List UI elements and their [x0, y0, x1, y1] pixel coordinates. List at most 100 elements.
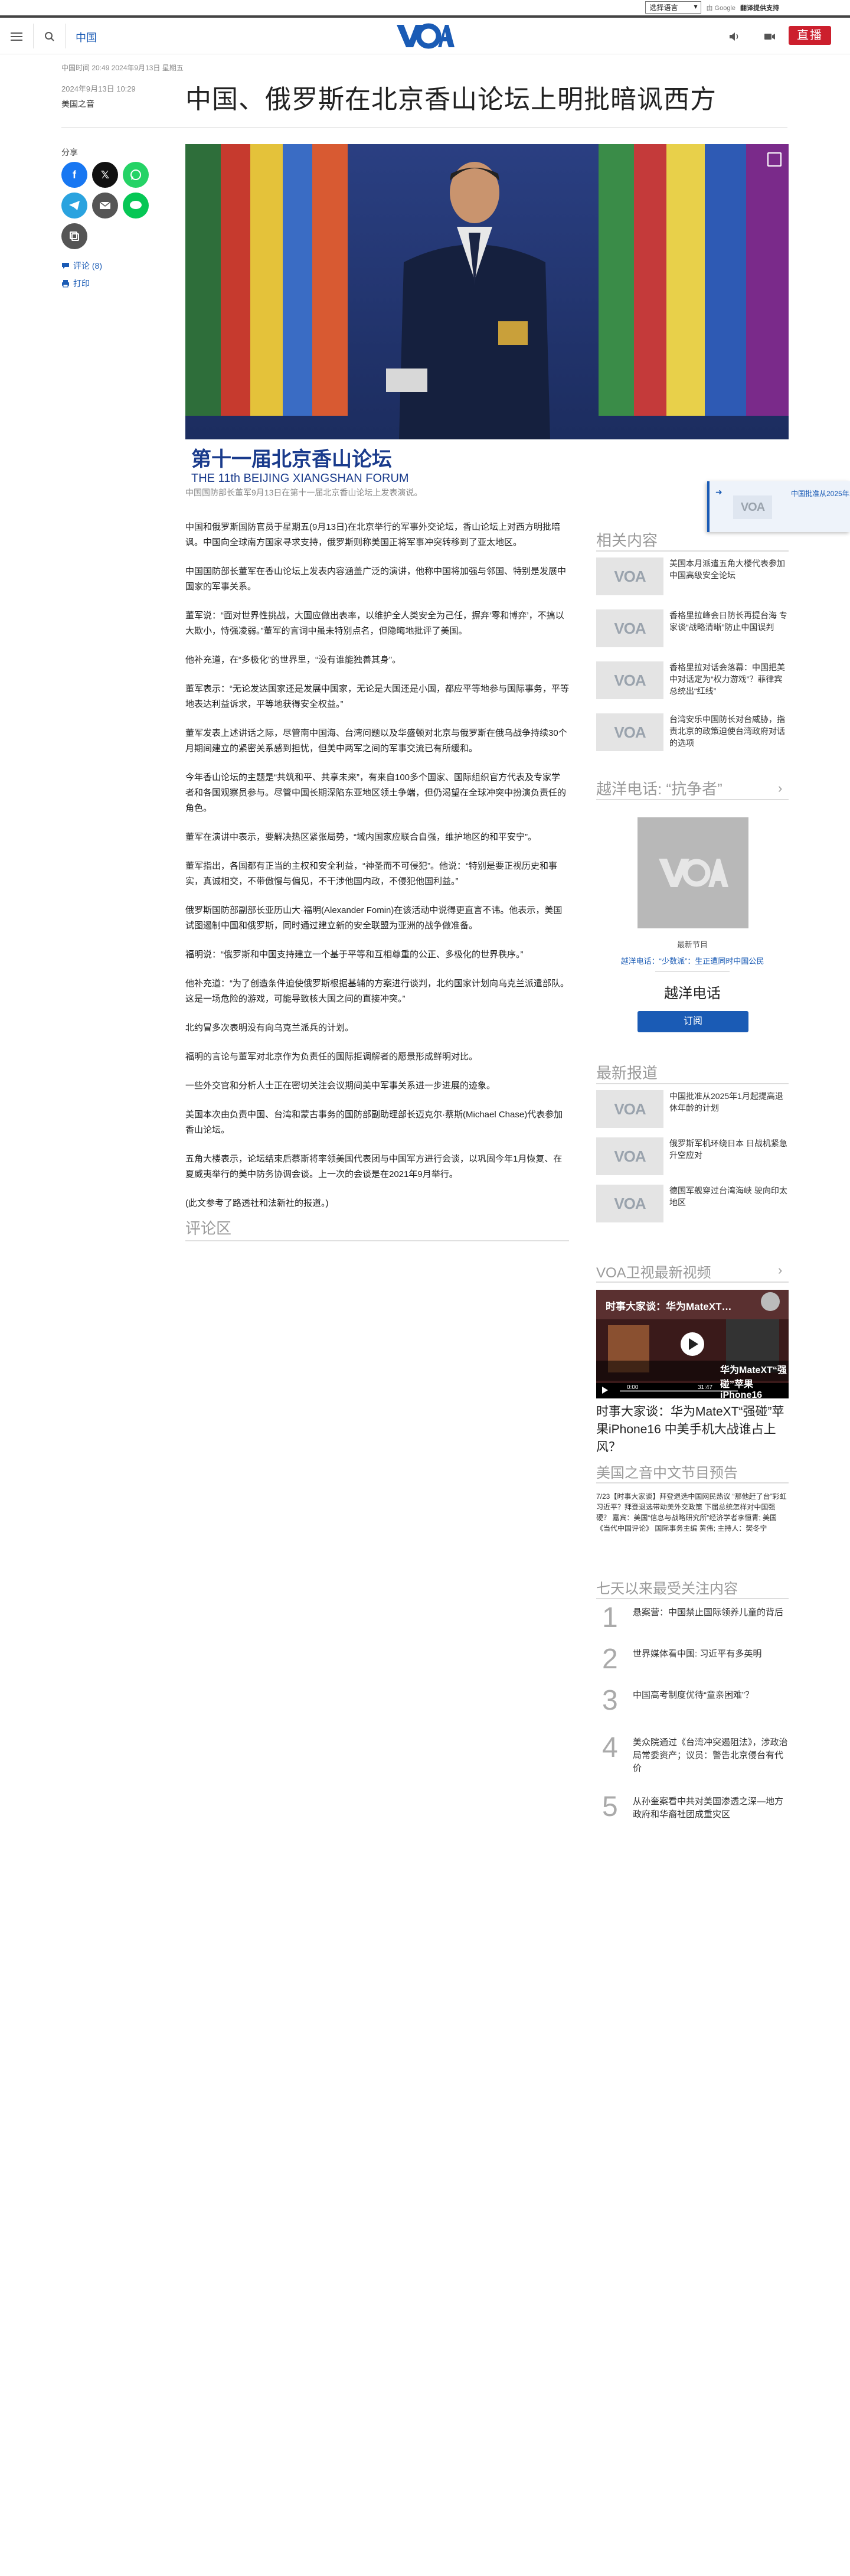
page-title: 中国、俄罗斯在北京香山论坛上明批暗讽西方 [185, 85, 717, 114]
article-paragraph: 今年香山论坛的主题是“共筑和平、共享未来”，有来自100多个国家、国际组织官方代… [185, 772, 567, 813]
latest-item[interactable]: VOA 俄罗斯军机环绕日本 日战机紧急升空应对 [596, 1135, 789, 1182]
latest-divider [596, 1083, 789, 1084]
whatsapp-icon [130, 169, 141, 180]
speaker-icon [730, 32, 738, 41]
related-title: 香格里拉对话会落幕：中国把美中对话定为“权力游戏”？菲律宾总统出“红线” [669, 663, 785, 696]
subscribe-button[interactable]: 订阅 [638, 1011, 748, 1032]
video-player[interactable]: 时事大家谈：华为MateXT… 0:00 31:47 华为MateXT“强碰”苹… [596, 1290, 789, 1398]
voa-logo-icon [659, 859, 728, 887]
video-heading[interactable]: VOA卫视最新视频 [596, 1261, 711, 1282]
voa-logo-icon: VOA [614, 619, 646, 637]
hero-photo: 第十一届北京香山论坛 THE 11th BEIJING XIANGSHAN FO… [185, 144, 789, 483]
top-viewed-item[interactable]: 2 世界媒体看中国: 习近平有多英明 [596, 1643, 789, 1684]
voa-logo-icon [397, 23, 455, 49]
published-date: 2024年9月13日 10:29 [61, 84, 136, 93]
related-item[interactable]: VOA 美国本月派遣五角大楼代表参加中国高级安全论坛 [596, 555, 789, 602]
related-thumbnail: VOA [596, 609, 663, 647]
related-thumbnail: VOA [596, 557, 663, 595]
copy-icon [70, 231, 79, 241]
language-select[interactable]: 选择语言 ▾ [645, 1, 702, 14]
top-viewed-item[interactable]: 5 从孙奎案看中共对美国渗透之深—地方政府和华裔社团成重灾区 [596, 1791, 789, 1832]
printer-icon [62, 280, 69, 288]
search-button[interactable] [41, 28, 58, 45]
translate-credit: 翻译提供支持 [740, 4, 779, 12]
facebook-share-button[interactable]: f [61, 162, 87, 188]
live-button[interactable]: 直播 [789, 26, 831, 45]
latest-item[interactable]: VOA 德国军舰穿过台湾海峡 驶向印太地区 [596, 1182, 789, 1230]
podcast-name: 越洋电话 [664, 986, 721, 1002]
latest-title: 俄罗斯军机环绕日本 日战机紧急升空应对 [669, 1139, 787, 1160]
article-paragraph: 中国国防部长董军在香山论坛上发表内容涵盖广泛的演讲，他称中国将加强与邻国、特别是… [185, 566, 567, 592]
voa-logo-icon: VOA [614, 1194, 646, 1212]
section-link-china[interactable]: 中国 [76, 30, 97, 45]
top-viewed-item[interactable]: 1 悬案营：中国禁止国际领养儿童的背后 [596, 1602, 789, 1643]
rank-number: 1 [602, 1602, 618, 1633]
schedule-heading: 美国之音中文节目预告 [596, 1465, 738, 1481]
podcast-artwork[interactable] [638, 817, 748, 928]
related-item[interactable]: VOA 香格里拉对话会落幕：中国把美中对话定为“权力游戏”？菲律宾总统出“红线” [596, 659, 789, 706]
voa-logo-icon: VOA [614, 723, 646, 741]
top-viewed-title: 美众院通过《台湾冲突遏阻法》，涉政治局常委资产；议员：警告北京侵台有代价 [633, 1737, 788, 1773]
x-share-button[interactable]: 𝕏 [92, 162, 118, 188]
article-paragraph: 五角大楼表示，论坛结束后蔡斯将率领美国代表团与中国军方进行会谈，以巩固今年1月恢… [185, 1154, 563, 1179]
top-viewed-title: 悬案营：中国禁止国际领养儿童的背后 [633, 1607, 784, 1618]
chevron-down-icon: ▾ [694, 2, 698, 11]
image-caption: 中国国防部长董军9月13日在第十一届北京香山论坛上发表演说。 [185, 488, 423, 497]
article-paragraph: 董军表示：“无论发达国家还是发展中国家，无论是大国还是小国，都应平等地参与国际事… [185, 684, 569, 709]
video-duration: 31:47 [698, 1384, 713, 1391]
related-item[interactable]: VOA 台湾安乐中国防长对台威胁，指责北京的政策迫使台湾政府对话的选项 [596, 711, 789, 758]
article-paragraph: 一些外交官和分析人士正在密切关注会议期间美中军事关系进一步进展的迹象。 [185, 1081, 496, 1091]
article-paragraph: 董军指出，各国都有正当的主权和安全利益，“神圣而不可侵犯”。他说：“特别是要正视… [185, 861, 557, 886]
facebook-icon: f [73, 168, 76, 181]
podcast-episode-link[interactable]: 越洋电话：“少数派”：生正遭同时中国公民 [596, 955, 789, 966]
hero-banner-cn: 第十一届北京香山论坛 [191, 448, 392, 471]
copy-link-button[interactable] [61, 223, 87, 249]
hamburger-icon [11, 32, 22, 41]
related-title: 美国本月派遣五角大楼代表参加中国高级安全论坛 [669, 559, 785, 580]
video-title-overlay: 时事大家谈：华为MateXT… [606, 1301, 732, 1312]
chevron-right-icon: › [778, 1263, 783, 1277]
google-translate-widget: 选择语言 ▾ 由 Google 翻译提供支持 [645, 1, 779, 14]
hero-banner-en: THE 11th BEIJING XIANGSHAN FORUM [191, 472, 409, 483]
article-paragraph: 董军说：“面对世界性挑战，大国应做出表率，以维护全人类安全为己任，摒弃‘零和博弈… [185, 611, 564, 636]
audio-button[interactable] [726, 28, 743, 45]
article-body: 中国和俄罗斯国防官员于星期五(9月13日)在北京举行的军事外交论坛，香山论坛上对… [185, 520, 569, 1225]
notification-popup[interactable]: ➜ VOA 中国批准从2025年1月起提高退休年龄的计划 [707, 481, 850, 532]
video-heading-label: VOA卫视最新视频 [596, 1265, 711, 1281]
line-icon [130, 201, 142, 209]
x-icon: 𝕏 [100, 168, 110, 181]
related-item[interactable]: VOA 香格里拉峰会日防长再提台海 专家谈“战略清晰”防止中国误判 [596, 607, 789, 654]
related-thumbnail: VOA [596, 661, 663, 699]
top-viewed-title: 中国高考制度优待“童亲困难”？ [633, 1690, 754, 1700]
related-thumbnail: VOA [596, 713, 663, 751]
whatsapp-share-button[interactable] [123, 162, 149, 188]
video-button[interactable] [761, 28, 778, 45]
podcast-heading[interactable]: 越洋电话: “抗争者” [596, 777, 722, 799]
voa-logo[interactable] [395, 22, 455, 50]
hero-image[interactable]: 第十一届北京香山论坛 THE 11th BEIJING XIANGSHAN FO… [185, 144, 789, 483]
comments-link[interactable]: 评论 (8) [61, 260, 102, 272]
top-viewed-item[interactable]: 4 美众院通过《台湾冲突遏阻法》，涉政治局常委资产；议员：警告北京侵台有代价 [596, 1732, 789, 1773]
podcast-episode-divider [655, 971, 730, 972]
video-camera-icon [764, 34, 775, 40]
email-share-button[interactable] [92, 193, 118, 219]
video-caption[interactable]: 时事大家谈：华为MateXT“强碰”苹果iPhone16 中美手机大战谁占上风？ [596, 1403, 789, 1456]
menu-button[interactable] [8, 28, 25, 45]
print-link[interactable]: 打印 [61, 278, 90, 289]
rank-number: 4 [602, 1732, 618, 1763]
notification-thumb: VOA [733, 495, 772, 519]
powered-by-text: 由 Google [706, 4, 735, 12]
schedule-text: 7/23【时事大家谈】拜登退选中国网民热议 “那他赶了台”彩虹习近平？拜登退选带… [596, 1492, 787, 1532]
telegram-share-button[interactable] [61, 193, 87, 219]
latest-item[interactable]: VOA 中国批准从2025年1月起提高退休年龄的计划 [596, 1088, 789, 1135]
line-share-button[interactable] [123, 193, 149, 219]
comments-heading: 评论区 [185, 1219, 232, 1237]
top-viewed-item[interactable]: 3 中国高考制度优待“童亲困难”？ [596, 1684, 789, 1726]
fullscreen-icon[interactable] [767, 152, 782, 167]
search-icon [45, 32, 54, 41]
voa-logo-icon: VOA [614, 1100, 646, 1118]
chevron-right-icon: › [778, 781, 783, 795]
article-paragraph: 董军在演讲中表示，要解决热区紧张局势，“域内国家应联合自强，维护地区的和平安宁”… [185, 832, 537, 842]
latest-thumbnail: VOA [596, 1090, 663, 1128]
article-paragraph: 他补充道：“为了创造条件迫使俄罗斯根据基辅的方案进行谈判，北约国家计划向乌克兰派… [185, 979, 569, 1004]
